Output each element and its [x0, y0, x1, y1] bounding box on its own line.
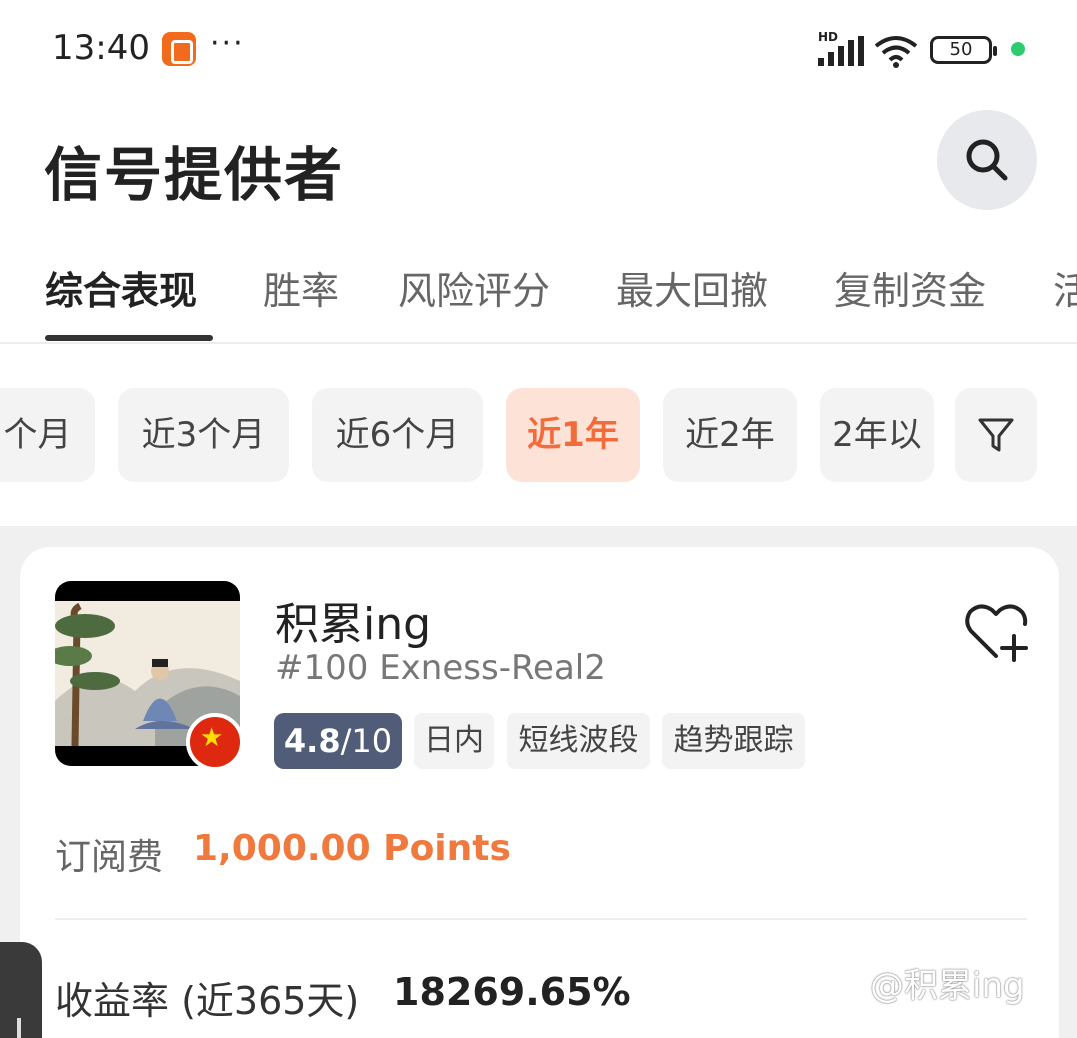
filter-button[interactable]: [955, 388, 1037, 482]
floating-side-handle[interactable]: [0, 942, 42, 1038]
period-chip-1m[interactable]: 个月: [0, 388, 95, 482]
china-flag-icon: ★: [186, 713, 244, 771]
heart-plus-icon: [965, 604, 1028, 662]
more-notifications-icon: ···: [210, 26, 245, 61]
active-tab-indicator: [45, 335, 213, 341]
battery-icon: 50: [930, 36, 997, 64]
tab-active[interactable]: 活: [1053, 260, 1077, 315]
page-title: 信号提供者: [44, 141, 345, 209]
tag-trend-following: 趋势跟踪: [662, 713, 805, 769]
period-chip-6m[interactable]: 近6个月: [312, 388, 483, 482]
watermark: @积累ing: [870, 966, 1025, 1006]
status-time: 13:40: [52, 28, 150, 68]
tab-overall[interactable]: 综合表现: [45, 260, 197, 315]
tab-win-rate[interactable]: 胜率: [263, 260, 339, 315]
card-divider: [55, 918, 1027, 920]
search-icon: [966, 139, 1008, 181]
app-notification-icon: [162, 32, 196, 66]
tag-swing: 短线波段: [507, 713, 650, 769]
privacy-indicator-dot: [1011, 42, 1025, 56]
wifi-icon: [874, 36, 918, 68]
subscription-fee-value: 1,000.00 Points: [193, 828, 511, 869]
subscription-fee-label: 订阅费: [55, 837, 164, 878]
status-bar: 13:40 ··· HD 50: [0, 0, 1077, 100]
score-max: /10: [340, 722, 393, 760]
period-chip-3m[interactable]: 近3个月: [118, 388, 289, 482]
trader-account-id: #100 Exness-Real2: [275, 648, 606, 688]
hd-label: HD: [818, 30, 839, 44]
period-chip-over-2y[interactable]: 2年以: [820, 388, 934, 482]
search-button[interactable]: [937, 110, 1037, 210]
trader-name[interactable]: 积累ing: [275, 588, 431, 652]
score-value: 4.8: [283, 722, 341, 760]
cellular-signal-icon: HD: [818, 30, 864, 66]
return-rate-label: 收益率 (近365天): [55, 979, 360, 1023]
tab-risk-score[interactable]: 风险评分: [398, 260, 550, 315]
period-chip-1y[interactable]: 近1年: [506, 388, 640, 482]
return-rate-value: 18269.65%: [393, 970, 631, 1014]
period-chip-2y[interactable]: 近2年: [663, 388, 797, 482]
follow-button[interactable]: [962, 600, 1032, 662]
filter-icon: [978, 418, 1014, 452]
tab-max-drawdown[interactable]: 最大回撤: [616, 260, 768, 315]
tab-copy-funds[interactable]: 复制资金: [834, 260, 986, 315]
tag-intraday: 日内: [414, 713, 494, 769]
score-badge: 4.8/10: [274, 713, 402, 769]
sort-tabs: 综合表现 胜率 风险评分 最大回撤 复制资金 活: [0, 230, 1077, 344]
